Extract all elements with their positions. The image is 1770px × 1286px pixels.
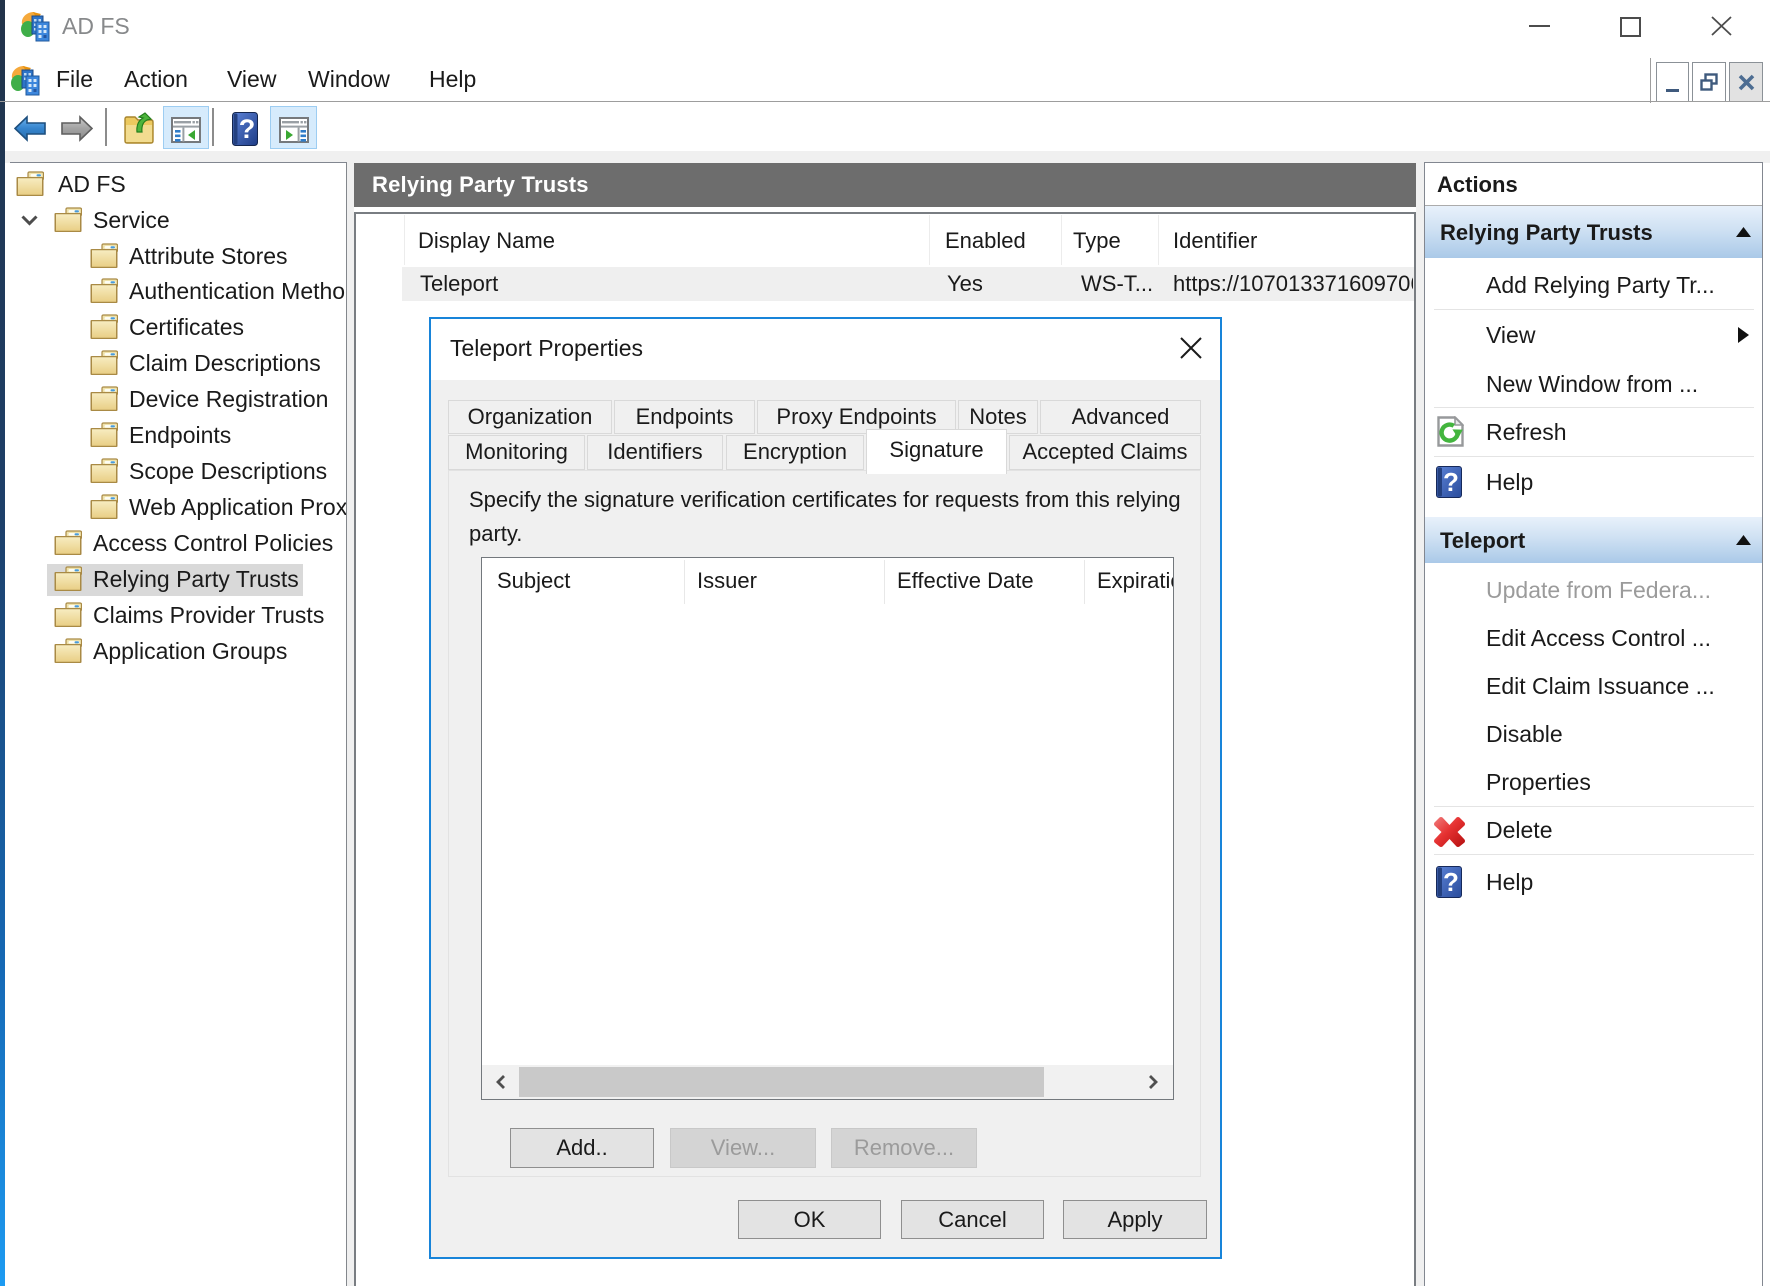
svg-text:?: ? <box>239 114 256 144</box>
svg-text:?: ? <box>1443 467 1459 497</box>
svg-text:?: ? <box>1443 867 1459 897</box>
